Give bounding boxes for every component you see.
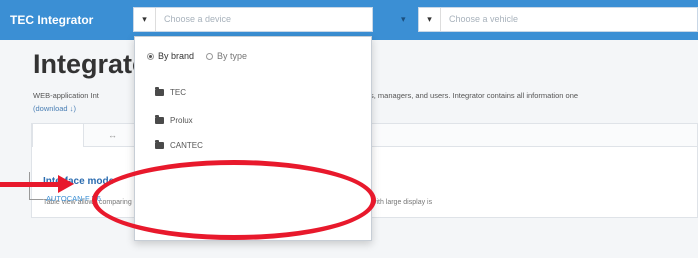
tree-branch [29, 199, 43, 200]
radio-by-type[interactable] [206, 52, 214, 60]
grouping-radio-group: By brand By type [147, 51, 247, 61]
radio-by-type-label[interactable]: By type [217, 51, 247, 61]
radio-by-brand[interactable] [147, 52, 154, 60]
chevron-down-icon[interactable]: ▾ [401, 9, 406, 29]
brand-item-label: Prolux [170, 116, 193, 125]
tab-active[interactable] [32, 123, 84, 147]
app-brand[interactable]: TEC Integrator [10, 13, 93, 27]
top-navbar: TEC Integrator ▾ Choose a device ▾ ▾ Cho… [0, 0, 698, 40]
brand-item-label: CANTEC [170, 141, 203, 150]
brand-item-cantec[interactable]: CANTEC [155, 140, 203, 150]
annotation-ellipse [92, 160, 376, 240]
device-select-placeholder: Choose a device [164, 14, 232, 24]
chevron-down-icon[interactable]: ▾ [134, 8, 156, 31]
brand-item-label: TEC [170, 88, 186, 97]
folder-icon [155, 115, 164, 124]
vehicle-select-placeholder: Choose a vehicle [449, 14, 519, 24]
device-select[interactable]: ▾ Choose a device [133, 7, 373, 32]
arrow-right-icon [58, 175, 74, 193]
folder-icon [155, 140, 164, 149]
page-title: Integrato [33, 49, 149, 79]
annotation-arrow [0, 182, 60, 187]
chevron-down-icon[interactable]: ▾ [419, 8, 441, 31]
radio-by-brand-label[interactable]: By brand [158, 51, 194, 61]
brand-item-tec[interactable]: TEC [155, 87, 186, 97]
brand-item-prolux[interactable]: Prolux [155, 115, 193, 125]
page-description-right: s, managers, and users. Integrator conta… [370, 91, 579, 100]
download-link[interactable]: (download ↓) [33, 104, 76, 113]
vehicle-select[interactable]: ▾ Choose a vehicle [418, 7, 698, 32]
page-description-left: WEB-application Int [33, 91, 99, 100]
swap-icon[interactable]: ↔ [108, 130, 117, 140]
folder-icon [155, 87, 164, 96]
